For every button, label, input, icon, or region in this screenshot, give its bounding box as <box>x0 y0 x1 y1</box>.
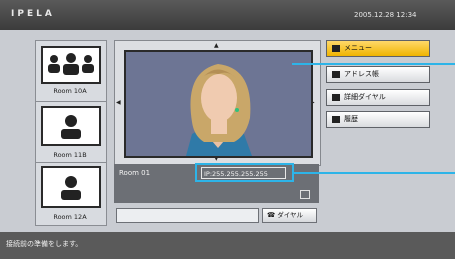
room-label-12a: Room 12A <box>53 213 87 221</box>
date-time: 2005.12.28 12:34 <box>354 11 417 19</box>
woman-portrait-image <box>186 64 252 156</box>
person-icon <box>61 115 81 139</box>
pan-left-arrow[interactable]: ◀ <box>116 99 121 106</box>
dial-number-input[interactable] <box>116 208 259 223</box>
video-screen <box>124 50 313 158</box>
status-message: 接続前の準備をします。 <box>6 240 83 248</box>
group-icon <box>48 53 94 75</box>
menu-icon <box>332 44 340 52</box>
dial-button[interactable]: ☎ ダイヤル <box>262 208 317 223</box>
app-window: IPELA 2005.12.28 12:34 Room 10A Room 11B… <box>0 0 455 259</box>
address-book-icon <box>332 70 340 78</box>
ip-address-field: IP:255.255.255.255 <box>201 167 286 179</box>
room-thumbnail-12a <box>41 166 101 208</box>
phone-icon: ☎ <box>267 211 276 219</box>
room-label-11b: Room 11B <box>53 151 87 159</box>
address-book-button[interactable]: アドレス帳 <box>326 66 430 83</box>
pan-up-arrow[interactable]: ▲ <box>214 42 219 49</box>
person-icon <box>61 176 81 200</box>
menu-button[interactable]: メニュー <box>326 40 430 57</box>
room-thumbnail-10a <box>41 46 101 84</box>
detail-dial-icon <box>332 93 340 101</box>
history-button[interactable]: 履歴 <box>326 111 430 128</box>
history-label: 履歴 <box>344 115 358 123</box>
brand-logo: IPELA <box>11 9 55 19</box>
history-icon <box>332 115 340 123</box>
layout-icon[interactable] <box>300 190 310 199</box>
detail-dial-button[interactable]: 詳細ダイヤル <box>326 89 430 106</box>
room-thumbnail-11b <box>41 106 101 146</box>
detail-dial-label: 詳細ダイヤル <box>344 93 386 101</box>
current-room-label: Room 01 <box>119 169 151 177</box>
dial-button-label: ダイヤル <box>277 211 303 219</box>
address-book-label: アドレス帳 <box>344 70 379 78</box>
callout-line-ip <box>292 172 455 174</box>
callout-line-video <box>292 63 455 65</box>
room-label-10a: Room 10A <box>53 87 87 95</box>
menu-button-label: メニュー <box>344 44 372 52</box>
